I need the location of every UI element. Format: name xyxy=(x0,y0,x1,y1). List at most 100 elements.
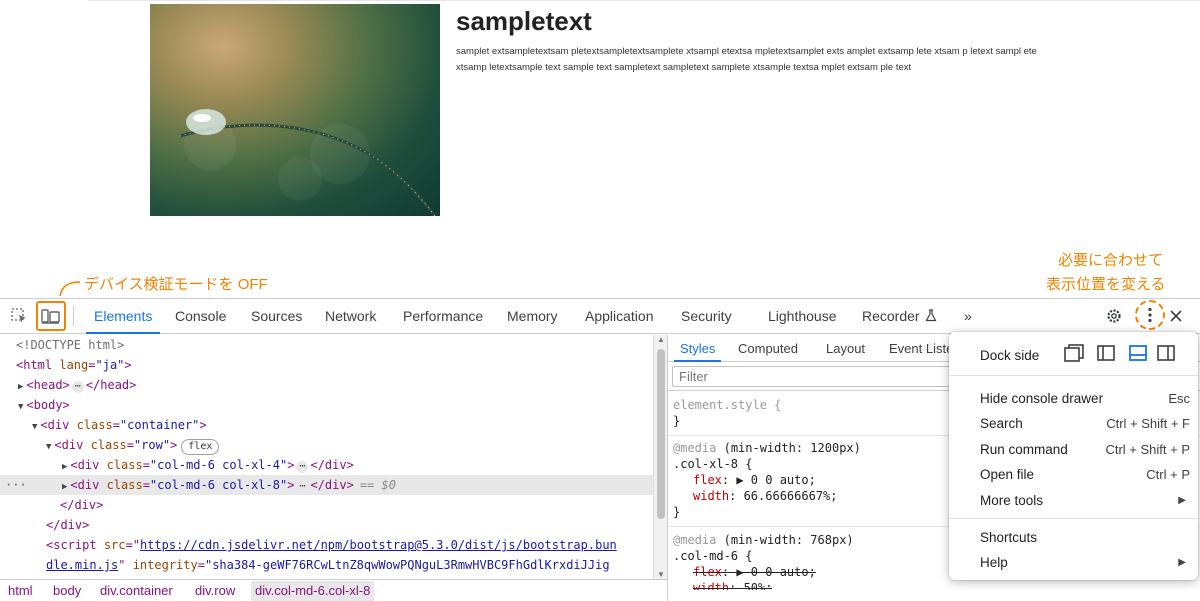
tab-performance[interactable]: Performance xyxy=(403,299,483,334)
decl-width[interactable]: width: 66.66666667%; xyxy=(693,488,838,504)
tab-security[interactable]: Security xyxy=(681,299,732,334)
more-vertical-icon[interactable] xyxy=(1135,300,1165,330)
dom-line-script-cont[interactable]: dle.min.js" integrity="sha384-geWF76RCwL… xyxy=(0,555,653,575)
crumb-col-selected[interactable]: div.col-md-6.col-xl-8 xyxy=(251,581,375,601)
dom-line-head[interactable]: ▶ <head> ⋯ </head> xyxy=(0,375,653,395)
menu-item-more-tools[interactable]: More tools ▶ xyxy=(980,488,1190,513)
page-preview: sampletext samplet extsampletextsam plet… xyxy=(0,0,1200,296)
dom-line-container[interactable]: ▼ <div class="container"> xyxy=(0,415,653,435)
dom-line-row-close[interactable]: </div> xyxy=(0,495,653,515)
decl-flex-overridden[interactable]: flex: ▶ 0 0 auto; xyxy=(693,564,816,580)
media-query-1200: (min-width: 1200px) xyxy=(723,441,861,455)
tab-layout[interactable]: Layout xyxy=(826,335,865,362)
dom-line-container-close[interactable]: </div> xyxy=(0,515,653,535)
script-src-link-cont[interactable]: dle.min.js xyxy=(46,558,118,572)
annotation-arrow xyxy=(59,281,81,297)
tab-computed[interactable]: Computed xyxy=(738,335,798,362)
attr-class-value: "row" xyxy=(133,438,171,452)
collapsed-ellipsis[interactable]: ⋯ xyxy=(296,481,309,493)
crumb-row[interactable]: div.row xyxy=(195,583,235,598)
attr-class: class xyxy=(76,418,113,432)
rule-selector-xl8[interactable]: .col-xl-8 { xyxy=(673,456,752,472)
water-drop-photo xyxy=(150,4,440,216)
attr-class-value: "col-md-6 col-xl-8" xyxy=(149,478,288,492)
selected-node-marker: == $0 xyxy=(359,478,396,492)
menu-item-label: More tools xyxy=(980,493,1044,508)
decl-width-overridden[interactable]: width: 50%; xyxy=(693,580,772,590)
menu-item-open-file[interactable]: Open file Ctrl + P xyxy=(980,462,1190,487)
prop-flex: flex xyxy=(693,565,722,579)
menu-item-label: Open file xyxy=(980,467,1035,482)
device-toolbar-icon[interactable] xyxy=(36,301,66,331)
collapse-arrow-icon[interactable]: ▼ xyxy=(18,402,23,412)
menu-item-run-command[interactable]: Run command Ctrl + Shift + P xyxy=(980,437,1190,462)
tab-recorder[interactable]: Recorder xyxy=(862,299,937,334)
media-query-768: (min-width: 768px) xyxy=(723,533,854,547)
dom-line-doctype[interactable]: <!DOCTYPE html> xyxy=(0,335,653,355)
tag-div-close: </div> xyxy=(46,518,90,532)
scrollbar-thumb[interactable] xyxy=(657,349,665,519)
tab-console[interactable]: Console xyxy=(175,299,226,334)
dom-line-body[interactable]: ▼ <body> xyxy=(0,395,653,415)
tab-network[interactable]: Network xyxy=(325,299,376,334)
crumb-body[interactable]: body xyxy=(53,583,81,598)
styles-filter-input[interactable] xyxy=(672,366,972,387)
devtools-menu: Dock side Hide console drawer Esc Search C… xyxy=(949,332,1198,580)
crumb-html[interactable]: html xyxy=(8,583,33,598)
tab-event-listeners[interactable]: Event Liste xyxy=(889,335,953,362)
preview-top-border xyxy=(88,0,1200,1)
menu-item-shortcuts[interactable]: Shortcuts xyxy=(980,525,1190,550)
menu-item-label: Help xyxy=(980,555,1008,570)
expand-arrow-icon[interactable]: ▶ xyxy=(18,382,23,392)
menu-item-help[interactable]: Help ▶ xyxy=(980,550,1190,575)
collapsed-ellipsis[interactable]: ⋯ xyxy=(296,461,309,473)
dom-line-col4[interactable]: ▶ <div class="col-md-6 col-xl-4"> ⋯ </div> xyxy=(0,455,653,475)
dom-scrollbar[interactable]: ▲ ▼ xyxy=(653,335,667,579)
scroll-down-icon[interactable]: ▼ xyxy=(657,570,665,579)
tab-lighthouse[interactable]: Lighthouse xyxy=(768,299,837,334)
decl-flex[interactable]: flex: ▶ 0 0 auto; xyxy=(693,472,816,488)
tag-gt: > xyxy=(199,418,207,432)
expand-arrow-icon[interactable]: ▶ xyxy=(62,462,67,472)
attr-class-value: "container" xyxy=(119,418,200,432)
tag-body: <body> xyxy=(26,398,70,412)
collapse-arrow-icon[interactable]: ▼ xyxy=(32,422,37,432)
settings-icon[interactable] xyxy=(1103,305,1125,327)
tab-elements[interactable]: Elements xyxy=(85,299,161,334)
close-icon[interactable] xyxy=(1165,305,1187,327)
tag-div: <div xyxy=(40,418,70,432)
rule-element-style[interactable]: element.style { xyxy=(673,397,781,413)
collapsed-ellipsis[interactable]: ⋯ xyxy=(71,381,84,393)
more-tabs-button[interactable]: » xyxy=(964,299,972,334)
value-width: 50%; xyxy=(743,581,773,590)
menu-item-search[interactable]: Search Ctrl + Shift + F xyxy=(980,411,1190,436)
dock-bottom-icon[interactable] xyxy=(1128,344,1148,362)
tab-memory[interactable]: Memory xyxy=(507,299,558,334)
crumb-container[interactable]: div.container xyxy=(100,583,173,598)
menu-item-label: Search xyxy=(980,416,1023,431)
dock-right-icon[interactable] xyxy=(1156,344,1176,362)
dom-line-row[interactable]: ▼ <div class="row"> flex xyxy=(0,435,653,455)
inspect-icon[interactable] xyxy=(8,305,30,327)
dock-undock-icon[interactable] xyxy=(1064,344,1084,362)
doctype-text: <!DOCTYPE html> xyxy=(16,338,125,352)
dock-left-icon[interactable] xyxy=(1096,344,1116,362)
tab-application[interactable]: Application xyxy=(585,299,654,334)
dom-line-html[interactable]: <html lang="ja"> xyxy=(0,355,653,375)
tag-div: <div xyxy=(70,478,100,492)
tag-div: <div xyxy=(54,438,84,452)
collapse-arrow-icon[interactable]: ▼ xyxy=(46,442,51,452)
menu-item-hide-console[interactable]: Hide console drawer Esc xyxy=(980,386,1190,411)
tab-sources[interactable]: Sources xyxy=(251,299,302,334)
dom-line-script[interactable]: <script src="https://cdn.jsdelivr.net/np… xyxy=(0,535,653,555)
rule-selector-md6[interactable]: .col-md-6 { xyxy=(673,548,752,564)
tab-styles[interactable]: Styles xyxy=(673,335,722,362)
dom-line-col8-selected[interactable]: ··· ▶ <div class="col-md-6 col-xl-8"> ⋯ </d… xyxy=(0,475,653,495)
flex-badge[interactable]: flex xyxy=(181,439,220,455)
tag-script: <script xyxy=(46,538,97,552)
expand-arrow-icon[interactable]: ▶ xyxy=(62,482,67,492)
row-actions-ellipsis[interactable]: ··· xyxy=(5,475,27,495)
scroll-up-icon[interactable]: ▲ xyxy=(657,335,665,344)
script-src-link[interactable]: https://cdn.jsdelivr.net/npm/bootstrap@5… xyxy=(140,538,617,552)
tag-head-close: </head> xyxy=(85,378,137,392)
